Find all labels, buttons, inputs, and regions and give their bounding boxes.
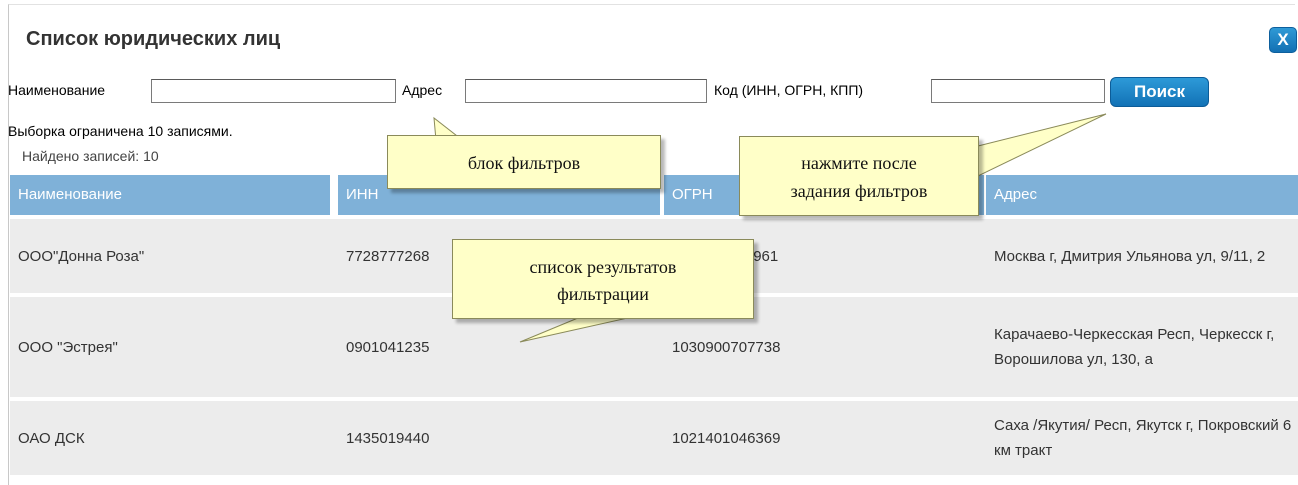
filters-block-callout-text: блок фильтров	[467, 153, 581, 173]
search-hint-line2: задания фильтров	[790, 181, 928, 201]
search-callout-tail	[977, 113, 1107, 177]
search-hint-line1: нажмите после	[801, 153, 917, 173]
search-hint-callout: нажмите после задания фильтров	[739, 136, 979, 216]
results-callout: список результатов фильтрации	[452, 239, 754, 319]
callout-tails	[433, 113, 1107, 343]
results-callout-line2: фильтрации	[557, 284, 649, 304]
filters-block-callout: блок фильтров	[387, 135, 661, 189]
results-callout-line1: список результатов	[529, 257, 677, 277]
